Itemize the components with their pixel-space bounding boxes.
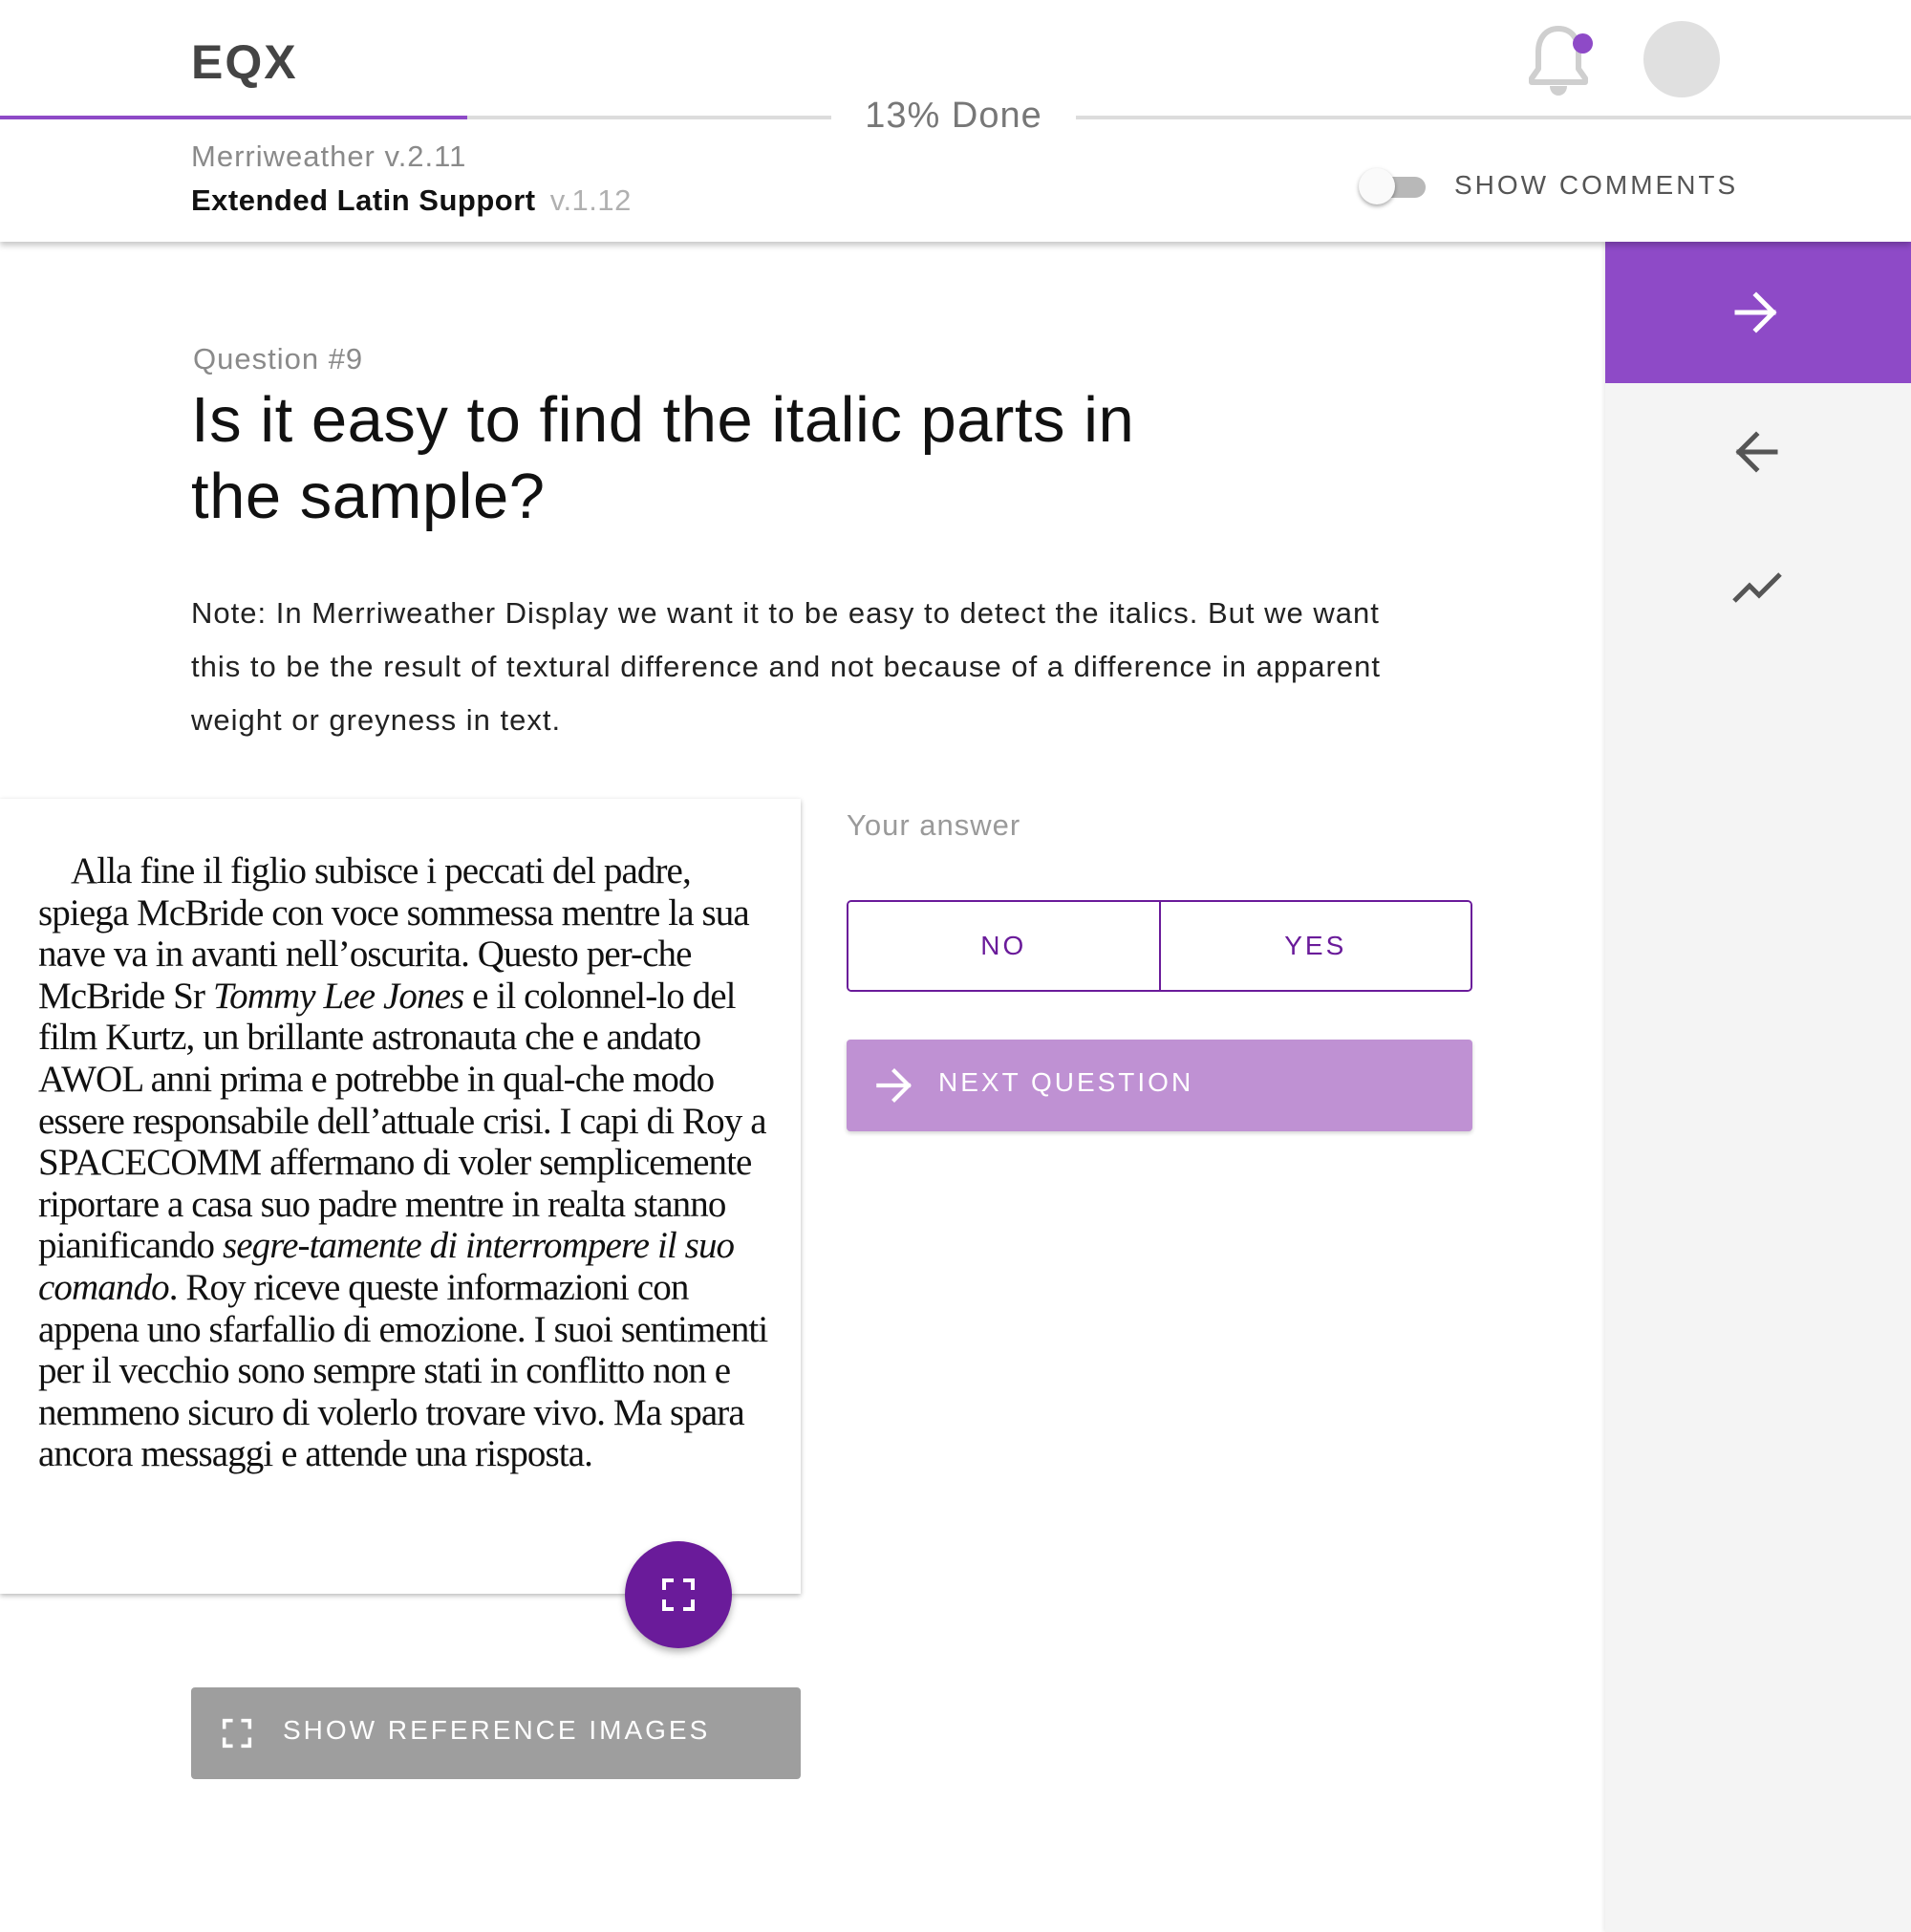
- trending-chart-icon[interactable]: [1731, 567, 1783, 605]
- arrow-right-icon: [1734, 291, 1777, 333]
- fullscreen-icon: [662, 1578, 695, 1611]
- answer-toggle-group: NO YES: [847, 900, 1472, 992]
- reference-button-label: SHOW REFERENCE IMAGES: [283, 1715, 711, 1745]
- sample-card: Alla fine il figlio subisce i peccati de…: [0, 799, 801, 1594]
- show-comments-label[interactable]: SHOW COMMENTS: [1454, 170, 1738, 201]
- arrow-left-icon[interactable]: [1733, 429, 1779, 475]
- right-sidebar: [1605, 242, 1911, 1932]
- next-question-button[interactable]: NEXT QUESTION: [847, 1040, 1472, 1131]
- question-number: Question #9: [193, 342, 364, 376]
- progress-track-right: [1076, 116, 1911, 119]
- package-version: v.1.12: [549, 183, 632, 217]
- package-line: Extended Latin Support v.1.12: [191, 183, 632, 218]
- top-header: EQX 13% Done Merriweather v.2.11 Extende…: [0, 0, 1911, 242]
- progress-fill: [0, 116, 467, 119]
- sample-segment-italic: Tommy Lee Jones: [212, 975, 464, 1017]
- brand-logo[interactable]: EQX: [191, 34, 298, 90]
- fullscreen-icon: [222, 1718, 252, 1749]
- sample-segment: e il colonnel-lo del film Kurtz, un bril…: [38, 975, 767, 1267]
- survey-page: EQX 13% Done Merriweather v.2.11 Extende…: [0, 0, 1911, 1932]
- notification-dot: [1573, 33, 1593, 54]
- question-title: Is it easy to find the italic parts in t…: [191, 384, 1135, 532]
- answer-label: Your answer: [847, 808, 1021, 842]
- sample-text: Alla fine il figlio subisce i peccati de…: [38, 850, 784, 1475]
- next-question-label: NEXT QUESTION: [938, 1067, 1194, 1097]
- toggle-knob: [1359, 168, 1395, 204]
- answer-yes-button[interactable]: YES: [1158, 902, 1471, 990]
- show-reference-images-button[interactable]: SHOW REFERENCE IMAGES: [191, 1687, 801, 1779]
- show-comments-toggle[interactable]: [1359, 167, 1428, 205]
- sidebar-item-next[interactable]: [1605, 242, 1911, 383]
- package-name: Extended Latin Support: [191, 183, 536, 217]
- expand-sample-button[interactable]: [625, 1541, 732, 1648]
- answer-no-button[interactable]: NO: [848, 902, 1159, 990]
- avatar[interactable]: [1643, 21, 1720, 97]
- font-name: Merriweather v.2.11: [191, 140, 467, 173]
- question-note: Note: In Merriweather Display we want it…: [191, 596, 1381, 737]
- progress-text: 13% Done: [865, 96, 1042, 136]
- arrow-right-icon: [876, 1068, 912, 1103]
